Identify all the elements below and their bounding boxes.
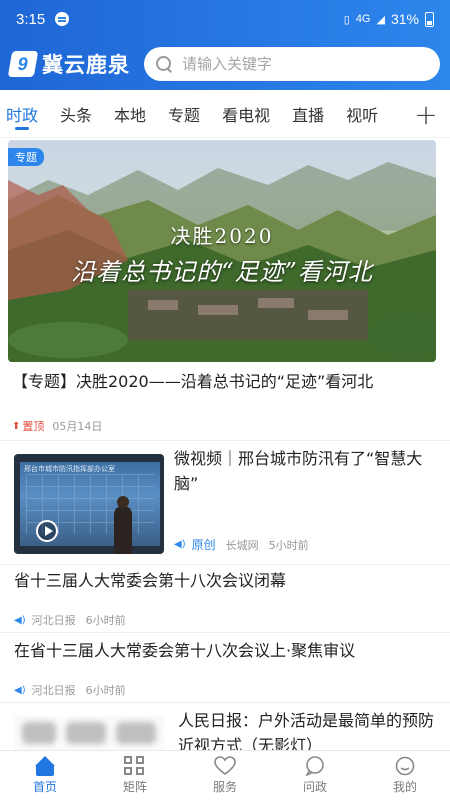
network-type: 4G: [355, 13, 371, 25]
tab-shizheng[interactable]: 时政: [6, 90, 38, 138]
featured-meta: ⬆ 置顶 05月14日: [12, 418, 102, 434]
news-source: 长城网: [225, 538, 259, 552]
news-meta-1: ◀) 原创 长城网 5小时前: [174, 536, 309, 553]
news-title-2[interactable]: 省十三届人大常委会第十八次会议闭幕: [14, 568, 434, 593]
divider: [0, 702, 450, 703]
topic-badge: 专题: [8, 148, 44, 166]
channel-tabs: 时政 头条 本地 专题 看电视 直播 视听 +: [0, 90, 450, 138]
chat-icon: [304, 756, 326, 776]
tab-shiting[interactable]: 视听: [346, 90, 378, 138]
banner-overlay-title: 决胜2020: [170, 224, 274, 248]
presenter-figure: [114, 496, 132, 554]
news-title-3[interactable]: 在省十三届人大常委会第十八次会议上·聚焦审议: [14, 638, 434, 663]
blur-block: [66, 722, 106, 744]
tab-bendi[interactable]: 本地: [114, 90, 146, 138]
status-time: 3:15: [16, 10, 46, 28]
news-source: 河北日报: [31, 684, 76, 697]
speaker-icon[interactable]: ◀): [14, 685, 26, 696]
search-input[interactable]: [182, 55, 402, 73]
play-icon[interactable]: [36, 520, 58, 542]
tab-toutiao[interactable]: 头条: [60, 90, 92, 138]
search-box[interactable]: [144, 47, 440, 81]
signal-icon: ◢: [376, 13, 385, 26]
pinned-label: 置顶: [22, 420, 45, 433]
nav-matrix[interactable]: 矩阵: [90, 751, 180, 800]
add-channel-icon[interactable]: +: [412, 90, 440, 138]
home-icon: [34, 756, 56, 776]
divider: [0, 564, 450, 565]
news-title-4[interactable]: 人民日报：户外活动是最简单的预防近视方式（无影灯）: [178, 708, 440, 750]
pinned-tag: ⬆ 置顶: [12, 418, 44, 434]
speaker-icon[interactable]: ◀): [174, 539, 186, 550]
news-thumbnail-blurred[interactable]: [14, 716, 164, 750]
news-source: 河北日报: [31, 614, 76, 627]
face-icon: [394, 756, 416, 776]
app-logo-icon[interactable]: 9: [7, 51, 39, 77]
tab-kandianshi[interactable]: 看电视: [222, 90, 270, 138]
featured-banner[interactable]: 专题 决胜2020 沿着总书记的“足迹”看河北: [8, 140, 436, 362]
news-time: 6小时前: [85, 684, 126, 697]
pin-icon: ⬆: [12, 420, 21, 432]
nav-profile[interactable]: 我的: [360, 751, 450, 800]
divider: [0, 632, 450, 633]
app-brand-name: 冀云鹿泉: [42, 53, 130, 77]
video-thumbnail[interactable]: 邢台市城市防汛指挥部办公室: [14, 454, 164, 554]
divider: [0, 440, 450, 441]
tab-zhibo[interactable]: 直播: [292, 90, 324, 138]
news-time: 5小时前: [268, 538, 309, 552]
news-meta-3: ◀) 河北日报 6小时前: [14, 682, 126, 698]
search-icon: [156, 56, 172, 72]
speaker-icon[interactable]: ◀): [14, 615, 26, 626]
heart-icon: [214, 756, 236, 776]
blur-block: [116, 722, 156, 744]
featured-date: 05月14日: [52, 420, 103, 433]
app-root: 3:15 ▯ 4G ◢ 31% 9 冀云鹿泉 时政 头条 本地 专题 看电视 直…: [0, 0, 450, 800]
app-header: 3:15 ▯ 4G ◢ 31% 9 冀云鹿泉: [0, 0, 450, 90]
nav-label: 首页: [32, 780, 57, 794]
news-meta-2: ◀) 河北日报 6小时前: [14, 612, 126, 628]
battery-icon: [425, 11, 434, 27]
featured-title[interactable]: 【专题】决胜2020——沿着总书记的“足迹”看河北: [12, 370, 442, 394]
original-tag: 原创: [191, 538, 216, 552]
grid-icon: [124, 756, 146, 776]
blur-block: [22, 722, 56, 744]
news-title-1[interactable]: 微视频｜邢台城市防汛有了“智慧大脑”: [174, 446, 436, 496]
message-notification-icon: [55, 12, 70, 26]
nav-service[interactable]: 服务: [180, 751, 270, 800]
nav-label: 我的: [392, 780, 417, 794]
thumb-caption: 邢台市城市防汛指挥部办公室: [24, 465, 115, 473]
status-right: ▯ 4G ◢ 31%: [344, 11, 434, 27]
nav-inquiry[interactable]: 问政: [270, 751, 360, 800]
nav-label: 矩阵: [122, 780, 147, 794]
bottom-navigation: 首页 矩阵 服务 问政 我的: [0, 750, 450, 800]
battery-percent: 31%: [390, 11, 419, 27]
status-bar: 3:15 ▯ 4G ◢ 31%: [0, 0, 450, 38]
nav-label: 服务: [212, 780, 237, 794]
brand-bar: 9 冀云鹿泉: [0, 38, 450, 90]
nav-label: 问政: [302, 780, 327, 794]
vibrate-icon: ▯: [343, 13, 350, 26]
banner-overlay-subtitle: 沿着总书记的“足迹”看河北: [71, 258, 373, 286]
tab-zhuanti[interactable]: 专题: [168, 90, 200, 138]
mountain-landscape-image: [8, 162, 436, 362]
news-time: 6小时前: [85, 614, 126, 627]
nav-home[interactable]: 首页: [0, 751, 90, 800]
